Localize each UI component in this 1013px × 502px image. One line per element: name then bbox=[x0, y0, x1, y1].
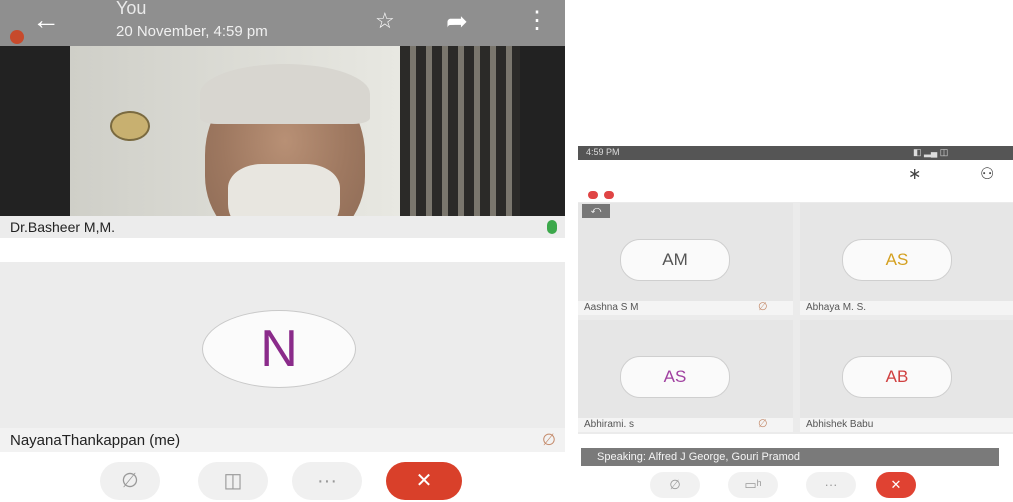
call-timestamp: 20 November, 4:59 pm bbox=[116, 23, 268, 40]
participant-tile[interactable]: AB Abhishek Babu bbox=[800, 320, 1013, 432]
participants-icon[interactable]: ⚇ bbox=[980, 164, 994, 184]
camera-button[interactable]: ▭ʰ bbox=[728, 472, 778, 498]
avatar: AB bbox=[842, 356, 952, 398]
participant-tile[interactable]: AS Abhirami. s ∅ bbox=[578, 320, 793, 432]
status-time: 4:59 PM bbox=[586, 147, 620, 157]
self-name: NayanaThankappan (me) bbox=[10, 432, 181, 449]
right-phone-screen: 4:59 PM ◧ ▂▄ ◫ ∗ ⚇ AM Aashna S M ∅ AS Ab… bbox=[578, 146, 1013, 502]
video-hair bbox=[200, 64, 370, 124]
participant-label: Abhaya M. S. bbox=[800, 301, 1013, 315]
mic-muted-icon: ∅ bbox=[758, 301, 768, 313]
status-icons: ◧ ▂▄ ◫ bbox=[913, 147, 949, 157]
avatar: AS bbox=[842, 239, 952, 281]
self-name-bar: NayanaThankappan (me) ∅ bbox=[0, 428, 565, 452]
bluetooth-icon[interactable]: ∗ bbox=[908, 164, 921, 184]
participant-name: Abhaya M. S. bbox=[806, 302, 867, 313]
star-icon[interactable]: ☆ bbox=[375, 8, 395, 34]
hang-up-button[interactable]: ✕ bbox=[386, 462, 462, 500]
participant-label: Abhirami. s ∅ bbox=[578, 418, 793, 432]
participant-name: Dr.Basheer M,M. bbox=[10, 219, 116, 235]
participant-video bbox=[0, 46, 565, 216]
participant-name: Abhirami. s bbox=[584, 419, 635, 430]
recording-dot bbox=[588, 191, 598, 199]
mic-muted-icon: ∅ bbox=[542, 432, 556, 449]
video-beard bbox=[228, 164, 340, 216]
participant-name: Abhishek Babu bbox=[806, 419, 874, 430]
participant-name-bar: Dr.Basheer M,M. bbox=[0, 216, 565, 238]
status-bar: 4:59 PM ◧ ▂▄ ◫ bbox=[578, 146, 1013, 160]
forward-icon[interactable]: ➦ bbox=[446, 6, 468, 37]
mic-active-icon bbox=[547, 220, 557, 234]
participant-tile[interactable]: AS Abhaya M. S. bbox=[800, 203, 1013, 315]
more-button[interactable]: ··· bbox=[292, 462, 362, 500]
hang-up-button[interactable]: ✕ bbox=[876, 472, 916, 498]
more-button[interactable]: ··· bbox=[806, 472, 856, 498]
video-window-blinds bbox=[400, 46, 520, 216]
participant-tile[interactable]: AM Aashna S M ∅ bbox=[578, 203, 793, 315]
camera-button[interactable]: ◫ bbox=[198, 462, 268, 500]
share-screen-icon[interactable]: ⤺ bbox=[582, 204, 610, 218]
recording-dot bbox=[604, 191, 614, 199]
call-header: ← You 20 November, 4:59 pm ☆ ➦ ⋮ bbox=[0, 0, 565, 46]
mute-button[interactable]: ∅ bbox=[650, 472, 700, 498]
call-title: You bbox=[116, 0, 147, 18]
mute-button[interactable]: ∅ bbox=[100, 462, 160, 500]
speaking-indicator: Speaking: Alfred J George, Gouri Pramod bbox=[581, 448, 999, 466]
participant-label: Aashna S M ∅ bbox=[578, 301, 793, 315]
participant-label: Abhishek Babu bbox=[800, 418, 1013, 432]
avatar: AM bbox=[620, 239, 730, 281]
recording-indicator bbox=[10, 30, 24, 44]
back-arrow-icon[interactable]: ← bbox=[32, 4, 60, 36]
participant-name: Aashna S M bbox=[584, 302, 639, 313]
more-options-icon[interactable]: ⋮ bbox=[525, 6, 549, 35]
avatar: N bbox=[202, 310, 356, 388]
video-wall-clock bbox=[110, 111, 150, 141]
avatar: AS bbox=[620, 356, 730, 398]
mic-muted-icon: ∅ bbox=[758, 418, 768, 430]
self-tile: N bbox=[0, 262, 565, 428]
